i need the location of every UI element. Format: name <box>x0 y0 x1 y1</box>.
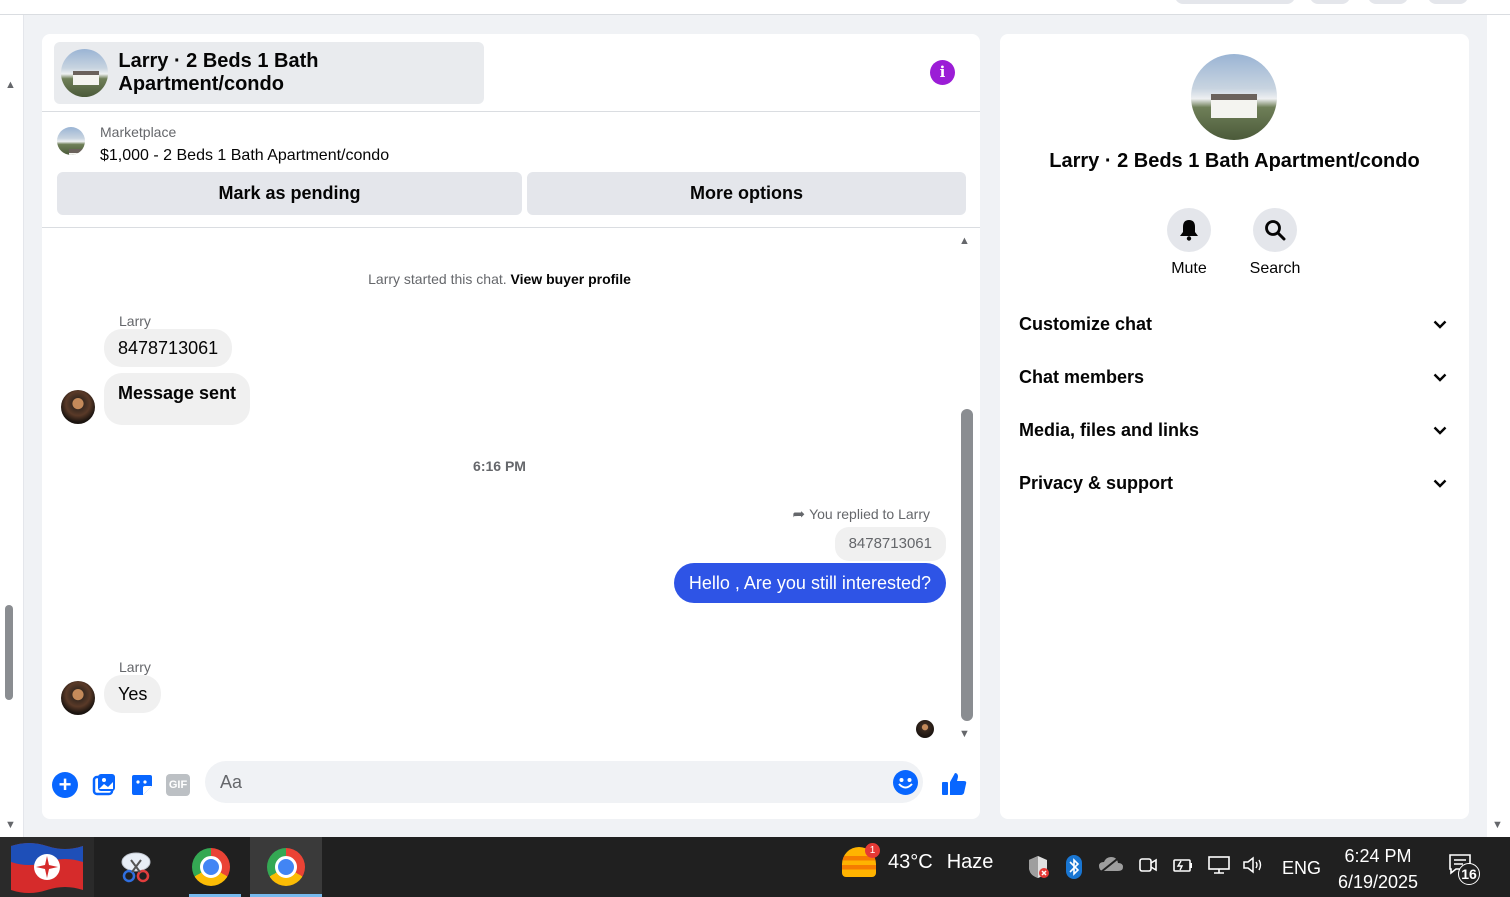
chat-title: Larry · 2 Beds 1 Bath Apartment/condo <box>118 50 319 95</box>
scroll-up-arrow-icon[interactable]: ▲ <box>5 79 16 91</box>
sender-name: Larry <box>119 313 151 329</box>
chevron-down-icon[interactable] <box>1429 419 1451 441</box>
divider <box>42 227 980 228</box>
meet-now-icon[interactable] <box>1138 855 1158 880</box>
scroll-up-arrow-icon[interactable]: ▲ <box>959 235 970 247</box>
chevron-down-icon[interactable] <box>1429 366 1451 388</box>
weather-haze-icon: 1 <box>842 843 880 877</box>
divider <box>42 111 980 112</box>
search-label: Search <box>1249 260 1301 277</box>
input-language[interactable]: ENG <box>1282 858 1321 879</box>
top-nav-icon-button[interactable] <box>1310 0 1350 4</box>
privacy-support-section[interactable]: Privacy & support <box>1019 465 1451 501</box>
time-divider: 6:16 PM <box>473 458 526 474</box>
clock-date: 6/19/2025 <box>1337 872 1419 892</box>
weather-condition: Haze <box>946 850 994 873</box>
chat-started-note: Larry started this chat. View buyer prof… <box>42 271 957 287</box>
scrollbar-thumb[interactable] <box>5 605 13 700</box>
reply-arrow-icon: ➦ <box>792 506 806 523</box>
onedrive-cloud-icon[interactable] <box>1098 855 1124 878</box>
temperature: 43°C <box>888 850 933 873</box>
scroll-down-arrow-icon[interactable]: ▼ <box>5 819 16 831</box>
section-label: Media, files and links <box>1019 419 1200 440</box>
scroll-down-arrow-icon[interactable]: ▼ <box>1492 819 1503 831</box>
chrome-app-icon[interactable] <box>181 837 241 897</box>
security-shield-icon[interactable] <box>1027 855 1049 884</box>
top-nav-tab[interactable] <box>1175 0 1295 4</box>
outgoing-message[interactable]: Hello , Are you still interested? <box>673 563 946 603</box>
bell-icon[interactable] <box>1167 208 1211 252</box>
info-icon[interactable]: i <box>930 60 955 85</box>
chat-info-panel: Larry · 2 Beds 1 Bath Apartment/condo Mu… <box>1000 34 1469 819</box>
network-icon[interactable] <box>1207 855 1231 880</box>
emoji-icon[interactable] <box>893 770 918 795</box>
chat-members-section[interactable]: Chat members <box>1019 359 1451 395</box>
message-input[interactable] <box>205 761 923 803</box>
thumbs-up-icon[interactable] <box>940 770 967 796</box>
snipping-tool-icon[interactable] <box>112 837 160 897</box>
left-scrollbar[interactable]: ▲ ▼ <box>0 15 24 837</box>
system-clock[interactable]: 6:24 PM 6/19/2025 <box>1330 843 1426 895</box>
system-note-text: Larry started this chat. <box>368 271 507 287</box>
top-nav-icon-button[interactable] <box>1368 0 1408 4</box>
weather-badge: 1 <box>865 843 880 858</box>
seen-indicator-avatar <box>916 720 934 738</box>
listing-thumbnail[interactable] <box>57 127 85 155</box>
bluetooth-icon[interactable] <box>1065 855 1083 884</box>
plus-icon[interactable]: + <box>52 772 78 798</box>
quoted-message[interactable]: 8478713061 <box>834 527 946 561</box>
media-files-links-section[interactable]: Media, files and links <box>1019 412 1451 448</box>
mark-as-pending-button[interactable]: Mark as pending <box>57 172 522 215</box>
mute-button[interactable]: Mute <box>1149 208 1229 278</box>
notification-count: 16 <box>1458 863 1480 885</box>
search-icon[interactable] <box>1253 208 1297 252</box>
clock-time: 6:24 PM <box>1344 846 1412 866</box>
sticker-icon[interactable] <box>129 772 155 798</box>
chevron-down-icon[interactable] <box>1429 313 1451 335</box>
account-avatar[interactable] <box>1428 0 1468 4</box>
chat-panel: Larry · 2 Beds 1 Bath Apartment/condo i … <box>42 34 980 819</box>
chat-header[interactable]: Larry · 2 Beds 1 Bath Apartment/condo <box>54 42 484 104</box>
view-buyer-profile-link[interactable]: View buyer profile <box>511 271 631 287</box>
top-nav-bar <box>0 0 1510 15</box>
sender-name: Larry <box>119 659 151 675</box>
reply-indicator: ➦ You replied to Larry <box>793 505 930 523</box>
message-scrollbar-thumb[interactable] <box>961 409 973 721</box>
customize-chat-section[interactable]: Customize chat <box>1019 306 1451 342</box>
sender-avatar[interactable] <box>61 390 95 424</box>
incoming-message[interactable]: Message sent <box>104 373 251 425</box>
volume-icon[interactable] <box>1242 855 1266 880</box>
start-flag-icon[interactable] <box>0 837 94 897</box>
more-options-button[interactable]: More options <box>527 172 966 215</box>
search-button[interactable]: Search <box>1235 208 1315 278</box>
incoming-message[interactable]: Yes <box>104 675 162 713</box>
mute-label: Mute <box>1171 260 1207 277</box>
message-list[interactable]: ▲ ▼ Larry started this chat. View buyer … <box>42 229 980 749</box>
reply-indicator-text: You replied to Larry <box>809 506 930 522</box>
sender-avatar[interactable] <box>61 681 95 715</box>
chevron-down-icon[interactable] <box>1429 472 1451 494</box>
section-label: Customize chat <box>1019 313 1153 334</box>
listing-avatar[interactable] <box>1191 54 1277 140</box>
incoming-message[interactable]: 8478713061 <box>104 329 233 367</box>
notification-center-icon[interactable]: 16 <box>1448 853 1480 885</box>
message-composer: + GIF <box>42 756 980 816</box>
scroll-down-arrow-icon[interactable]: ▼ <box>959 728 970 740</box>
battery-icon[interactable] <box>1172 855 1194 880</box>
chrome-profile-app-icon[interactable] <box>250 837 322 897</box>
listing-price-title[interactable]: $1,000 - 2 Beds 1 Bath Apartment/condo <box>100 147 389 165</box>
windows-taskbar: 1 43°C Haze ENG 6:24 PM 6/19/2025 16 <box>0 837 1510 897</box>
chat-name: Larry · 2 Beds 1 Bath Apartment/condo <box>1049 150 1420 172</box>
section-label: Chat members <box>1019 366 1145 387</box>
listing-avatar <box>61 49 109 97</box>
page-scrollbar[interactable]: ▼ <box>1487 15 1510 837</box>
section-label: Privacy & support <box>1019 472 1174 493</box>
photo-icon[interactable] <box>91 772 117 798</box>
gif-icon[interactable]: GIF <box>166 774 190 796</box>
weather-widget[interactable]: 1 43°C Haze <box>842 843 994 877</box>
listing-label: Marketplace <box>100 124 177 140</box>
